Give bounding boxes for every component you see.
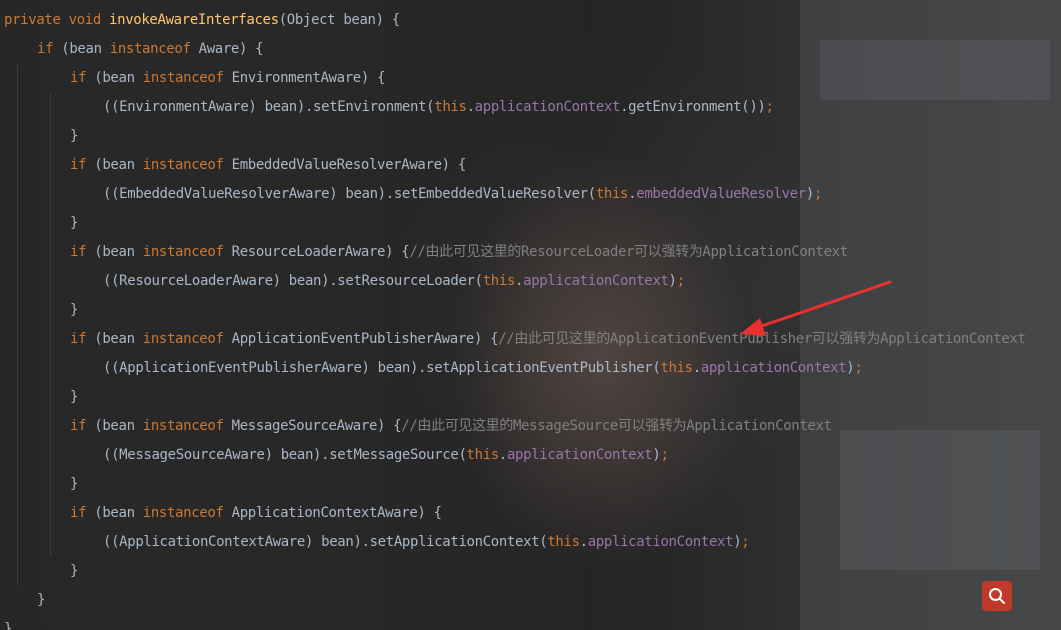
annotation-arrow	[740, 280, 892, 336]
code-editor[interactable]: private void invokeAwareInterfaces(Objec…	[0, 0, 1061, 630]
magnifier-icon	[989, 588, 1005, 604]
search-button[interactable]	[982, 581, 1012, 611]
